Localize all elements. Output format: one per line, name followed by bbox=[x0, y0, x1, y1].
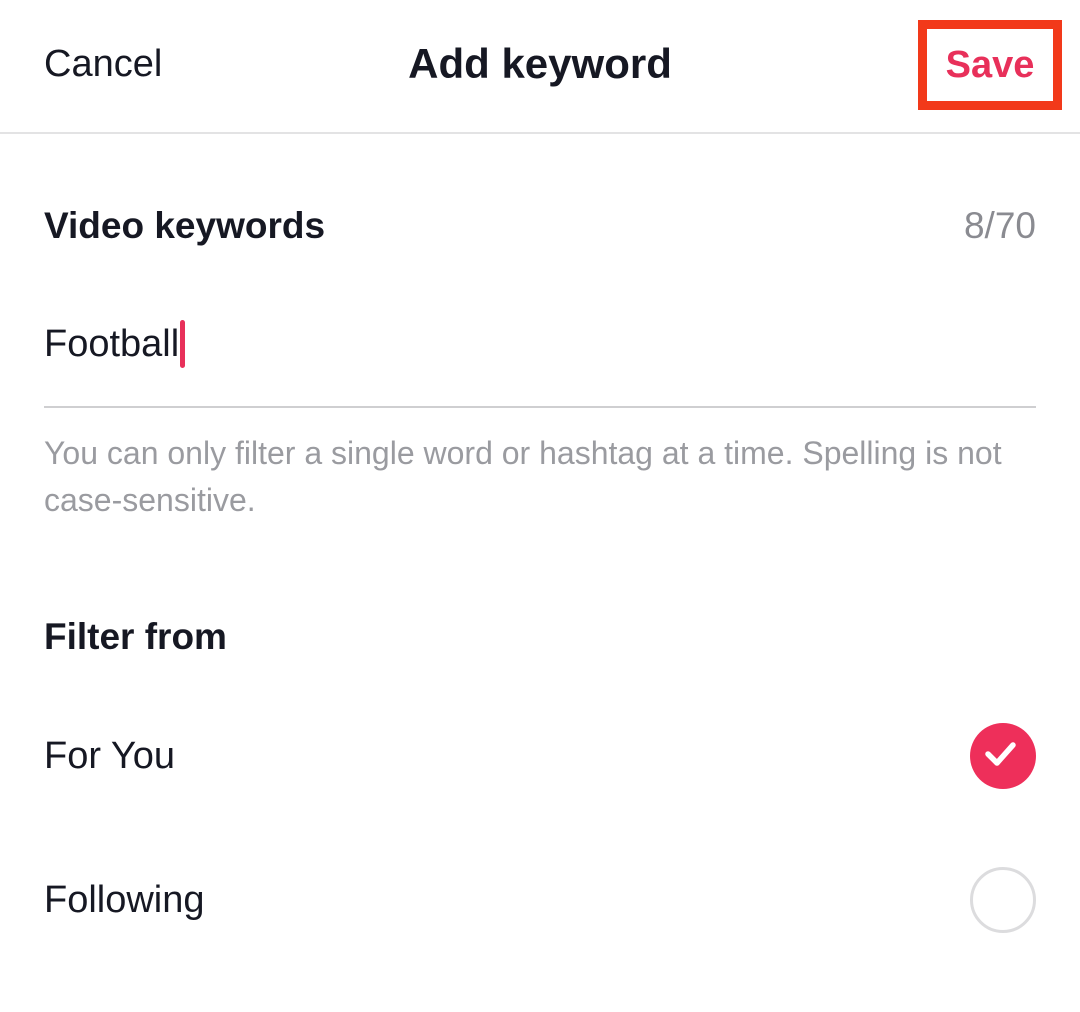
filter-from-label: Filter from bbox=[44, 616, 227, 657]
option-for-you[interactable]: For You bbox=[0, 696, 1080, 816]
option-following-label: Following bbox=[44, 879, 205, 921]
character-counter: 8/70 bbox=[963, 205, 1036, 246]
option-for-you-label: For You bbox=[44, 735, 175, 777]
check-icon bbox=[985, 742, 1016, 766]
save-button[interactable]: Save bbox=[918, 20, 1062, 110]
option-following[interactable]: Following bbox=[0, 840, 1080, 960]
video-keywords-label: Video keywords bbox=[44, 205, 326, 246]
keyword-hint: You can only filter a single word or has… bbox=[44, 435, 1002, 518]
keyword-input-value-wrap: Football bbox=[44, 320, 186, 368]
keyword-input-value: Football bbox=[44, 323, 180, 365]
for-you-checkbox[interactable] bbox=[970, 723, 1036, 789]
following-checkbox[interactable] bbox=[970, 867, 1036, 933]
top-bar: Cancel Add keyword Save bbox=[0, 0, 1080, 134]
keyword-input[interactable]: Football bbox=[44, 300, 1036, 408]
text-caret bbox=[180, 320, 186, 368]
